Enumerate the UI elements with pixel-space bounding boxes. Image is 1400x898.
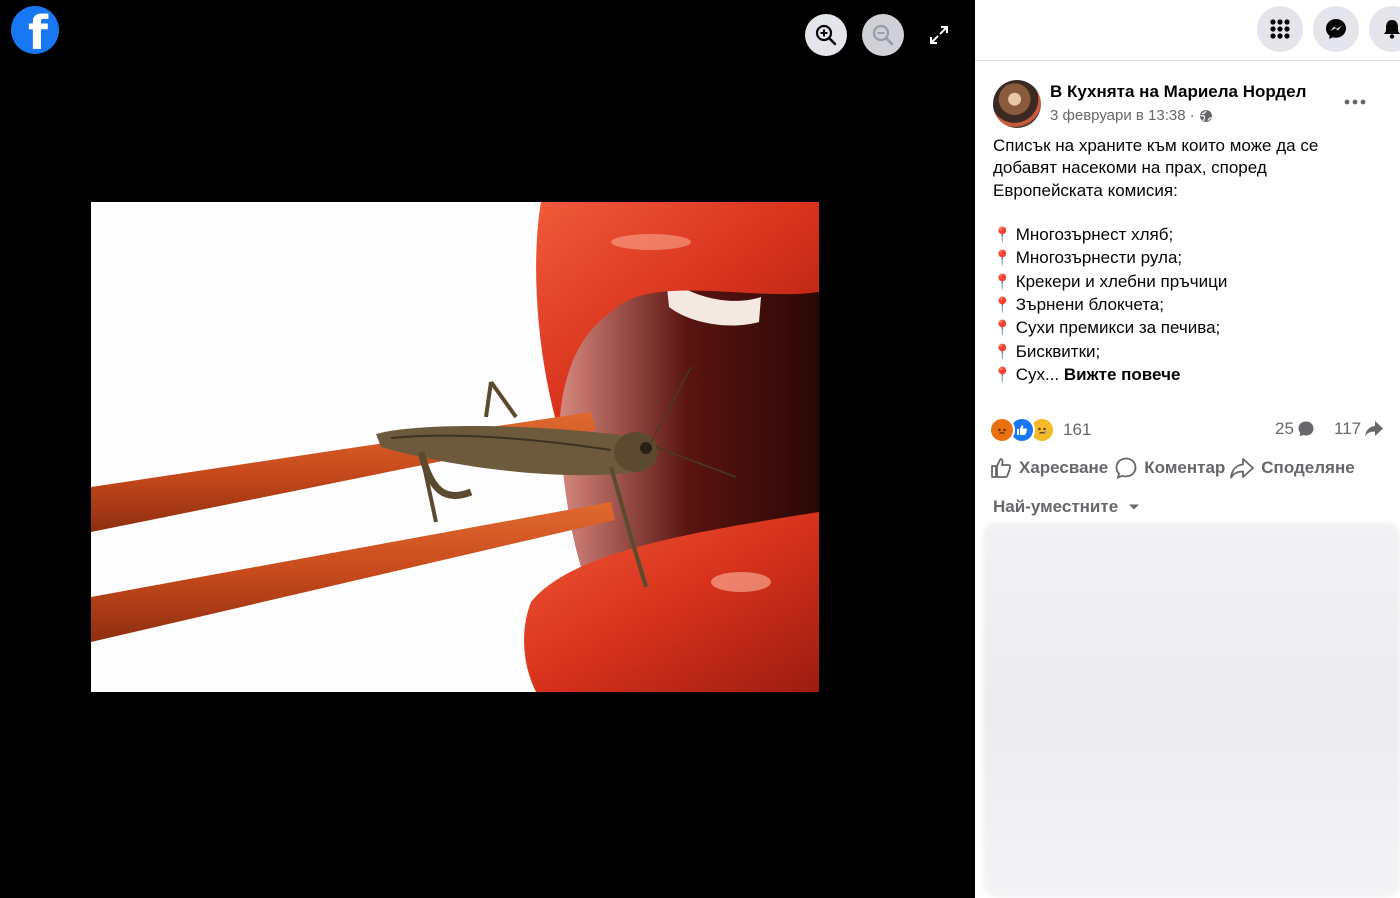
reaction-count: 161	[1063, 420, 1092, 439]
facebook-logo-letter: f	[27, 6, 48, 54]
zoom-in-button[interactable]	[805, 14, 847, 56]
facebook-logo[interactable]: f	[11, 6, 59, 54]
comments-count: 25	[1275, 419, 1294, 438]
list-item-text: Бисквитки;	[1015, 341, 1101, 361]
meta-separator: ·	[1189, 107, 1195, 124]
list-item-text: Многозърнест хляб;	[1015, 225, 1174, 245]
pin-icon: 📍	[993, 320, 1012, 338]
photo-viewer: f	[0, 0, 975, 898]
list-item-text: Многозърнести рула;	[1015, 248, 1183, 268]
post-text: Списък на храните към които може да се д…	[993, 135, 1388, 387]
pin-icon: 📍	[993, 297, 1012, 315]
zoom-out-icon	[872, 24, 894, 46]
notifications-button[interactable]	[1369, 6, 1400, 52]
comment-icon	[1115, 457, 1137, 479]
post-date[interactable]: 3 февруари в 13:38	[1050, 107, 1186, 124]
pin-icon: 📍	[993, 343, 1012, 361]
post-actions: Харесване Коментар Споделяне	[989, 454, 1355, 482]
intro-line: добавят насекоми на прах, според	[993, 158, 1267, 178]
comments-sort-dropdown[interactable]: Най-уместните	[993, 497, 1140, 517]
share-icon	[1230, 458, 1255, 479]
comments-count-link[interactable]: 25	[1275, 419, 1315, 439]
zoom-in-icon	[815, 24, 837, 46]
post-side-panel: В Кухнята на Мариела Нордел 3 февруари в…	[975, 0, 1400, 898]
share-arrow-icon	[1365, 421, 1384, 437]
list-item: 📍 Многозърнести рула;	[993, 247, 1388, 270]
more-options-icon	[1344, 99, 1366, 105]
post-options-button[interactable]	[1335, 88, 1375, 116]
like-label: Харесване	[1019, 458, 1109, 477]
post-author[interactable]: В Кухнята на Мариела Нордел	[1050, 82, 1306, 102]
intro-line: Списък на храните към които може да се	[993, 136, 1319, 155]
photo-illustration	[91, 202, 819, 692]
top-bar	[975, 0, 1400, 61]
blurred-comments-area	[983, 522, 1400, 898]
sort-label: Най-уместните	[993, 497, 1119, 516]
messenger-icon	[1326, 19, 1346, 39]
list-item-text: Зърнени блокчета;	[1015, 295, 1164, 315]
fullscreen-button[interactable]	[918, 14, 960, 56]
angry-reaction-icon	[989, 417, 1015, 443]
bell-icon	[1384, 20, 1400, 39]
thumbs-up-icon	[991, 458, 1012, 478]
list-item: 📍 Бисквитки;	[993, 341, 1388, 364]
comment-label: Коментар	[1144, 458, 1226, 477]
shares-count: 117	[1334, 419, 1362, 438]
see-more-link[interactable]: Вижте повече	[1064, 365, 1181, 384]
intro-line: Европейската комисия:	[993, 180, 1178, 200]
comment-bubble-icon	[1298, 421, 1314, 437]
list-item-text: Сухи премикси за печива;	[1015, 318, 1221, 338]
globe-icon	[1199, 109, 1212, 122]
post-meta: 3 февруари в 13:38 ·	[1050, 107, 1213, 124]
reactions-summary[interactable]: 161	[989, 417, 1091, 443]
pin-icon: 📍	[993, 227, 1012, 245]
like-button[interactable]: Харесване	[989, 456, 1108, 480]
share-label: Споделяне	[1261, 458, 1355, 477]
pin-icon: 📍	[993, 273, 1012, 291]
list-item: 📍 Сухи премикси за печива;	[993, 317, 1388, 340]
messenger-button[interactable]	[1313, 6, 1359, 52]
pin-icon: 📍	[993, 250, 1012, 268]
truncated-item: Сух...	[1015, 364, 1060, 384]
fullscreen-icon	[930, 26, 948, 44]
post-photo	[91, 202, 819, 692]
list-item: 📍 Сух... Вижте повече	[993, 364, 1388, 387]
zoom-out-button[interactable]	[862, 14, 904, 56]
author-avatar[interactable]	[993, 80, 1041, 128]
list-item: 📍 Зърнени блокчета;	[993, 294, 1388, 317]
caret-down-icon	[1129, 504, 1140, 510]
pin-icon: 📍	[993, 366, 1012, 384]
menu-button[interactable]	[1257, 6, 1303, 52]
list-item-text: Крекери и хлебни пръчици	[1015, 271, 1228, 291]
shares-count-link[interactable]: 117	[1334, 419, 1384, 439]
grid-menu-icon	[1270, 19, 1290, 39]
comment-button[interactable]: Коментар	[1114, 456, 1225, 480]
list-item: 📍 Крекери и хлебни пръчици	[993, 271, 1388, 294]
share-button[interactable]: Споделяне	[1229, 456, 1355, 480]
list-item: 📍 Многозърнест хляб;	[993, 224, 1388, 247]
